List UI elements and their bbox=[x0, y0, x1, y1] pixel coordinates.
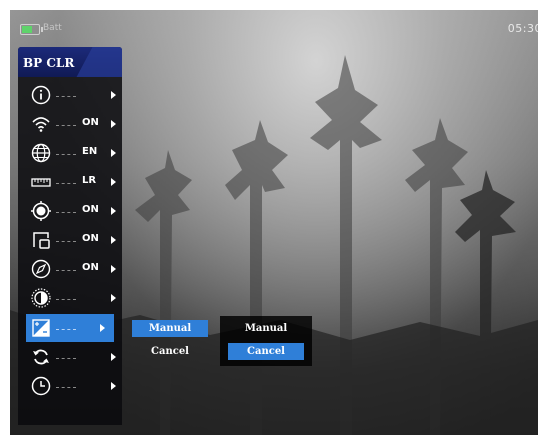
menu-header: BP CLR bbox=[18, 47, 122, 77]
menu-item-pip[interactable]: ON bbox=[26, 226, 122, 256]
chevron-right-icon bbox=[111, 91, 116, 99]
item-connector bbox=[56, 387, 76, 388]
clock-icon bbox=[31, 376, 51, 396]
chevron-right-icon bbox=[111, 265, 116, 273]
chevron-right-icon bbox=[111, 149, 116, 157]
item-connector bbox=[56, 154, 76, 155]
item-connector bbox=[56, 270, 76, 271]
globe-icon bbox=[31, 143, 51, 163]
wifi-icon bbox=[32, 117, 50, 132]
exposure-icon bbox=[32, 319, 50, 337]
item-connector bbox=[56, 241, 76, 242]
item-connector bbox=[56, 183, 76, 184]
battery-label: Batt bbox=[43, 23, 62, 33]
ruler-icon bbox=[31, 178, 51, 187]
option-manual[interactable]: Manual bbox=[228, 320, 304, 337]
item-connector bbox=[56, 299, 76, 300]
item-connector bbox=[56, 212, 76, 213]
item-connector bbox=[56, 358, 76, 359]
menu-item-value: LR bbox=[82, 175, 97, 186]
option-manual[interactable]: Manual bbox=[132, 320, 208, 337]
menu-item-reset[interactable] bbox=[26, 343, 122, 373]
menu-item-wifi[interactable]: ON bbox=[26, 110, 122, 140]
exposure-submenu-manual-selected: Manual Cancel bbox=[132, 320, 214, 364]
battery-icon bbox=[20, 24, 43, 35]
menu-item-value: ON bbox=[82, 204, 99, 215]
chevron-right-icon bbox=[111, 353, 116, 361]
menu-item-rangefinder[interactable]: LR bbox=[26, 168, 122, 198]
option-cancel[interactable]: Cancel bbox=[132, 343, 208, 360]
menu-title: BP CLR bbox=[23, 56, 75, 70]
menu-item-value: ON bbox=[82, 262, 99, 273]
info-icon bbox=[31, 85, 51, 105]
viewfinder-screen: Batt 05:30 BP CLR ON EN bbox=[10, 10, 538, 435]
item-connector bbox=[56, 329, 76, 330]
menu-item-language[interactable]: EN bbox=[26, 139, 122, 169]
target-icon bbox=[31, 201, 51, 221]
settings-menu: BP CLR ON EN LR ON ON ON bbox=[18, 47, 122, 425]
clock: 05:30 bbox=[507, 22, 538, 35]
menu-item-value: EN bbox=[82, 146, 98, 157]
battery-level-fill bbox=[22, 26, 32, 33]
option-cancel[interactable]: Cancel bbox=[228, 343, 304, 360]
chevron-right-icon bbox=[111, 294, 116, 302]
chevron-right-icon bbox=[111, 207, 116, 215]
chevron-right-icon bbox=[100, 324, 105, 332]
chevron-right-icon bbox=[111, 120, 116, 128]
menu-item-contrast[interactable] bbox=[26, 284, 122, 314]
menu-item-info[interactable] bbox=[26, 81, 122, 111]
menu-item-value: ON bbox=[82, 233, 99, 244]
chevron-right-icon bbox=[111, 382, 116, 390]
item-connector bbox=[56, 125, 76, 126]
chevron-right-icon bbox=[111, 178, 116, 186]
refresh-icon bbox=[33, 349, 49, 365]
menu-item-exposure[interactable] bbox=[26, 314, 122, 344]
item-connector bbox=[56, 96, 76, 97]
menu-item-target[interactable]: ON bbox=[26, 197, 122, 227]
picture-in-picture-icon bbox=[33, 232, 50, 249]
compass-icon bbox=[31, 259, 51, 279]
menu-item-time[interactable] bbox=[26, 372, 122, 402]
exposure-submenu-cancel-selected: Manual Cancel bbox=[220, 316, 312, 366]
chevron-right-icon bbox=[111, 236, 116, 244]
status-bar: Batt 05:30 bbox=[10, 10, 538, 36]
menu-item-compass[interactable]: ON bbox=[26, 255, 122, 285]
contrast-icon bbox=[31, 288, 51, 308]
menu-item-value: ON bbox=[82, 117, 99, 128]
